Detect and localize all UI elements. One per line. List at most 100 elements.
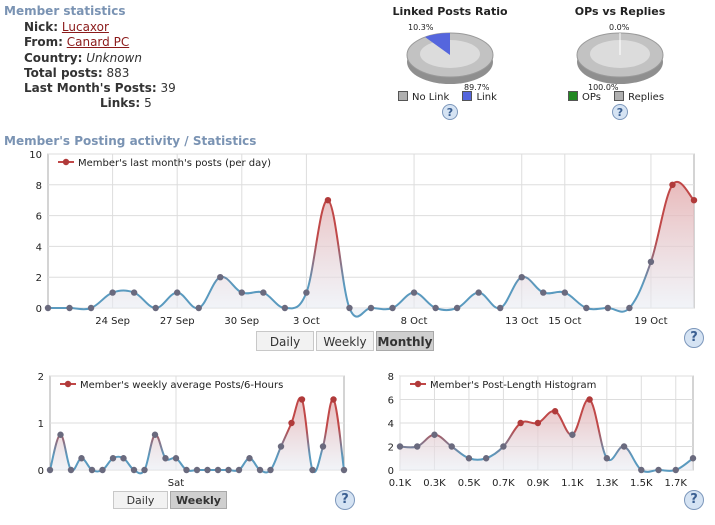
y-tick-label: 4 [36, 242, 42, 253]
data-point [620, 443, 628, 450]
ops-replies-title: OPs vs Replies [574, 5, 666, 18]
legend-ops: OPs [582, 92, 601, 103]
data-point [583, 304, 590, 312]
weekly-button[interactable]: Weekly [316, 331, 374, 351]
data-point [141, 466, 148, 474]
y-tick-label: 8 [388, 372, 394, 383]
data-point [569, 431, 576, 438]
data-point [389, 304, 396, 312]
data-point [465, 455, 473, 462]
data-point [204, 466, 211, 474]
links-label: Links: [100, 96, 141, 111]
data-point [99, 466, 106, 474]
data-point [482, 455, 490, 462]
data-point [78, 455, 85, 462]
data-point [367, 304, 375, 312]
data-point [500, 443, 507, 450]
y-tick-label: 1 [38, 419, 44, 430]
data-point [109, 455, 117, 462]
data-point [669, 181, 676, 188]
weekly-chart-weekly-button[interactable]: Weekly [170, 491, 227, 509]
data-point [67, 466, 75, 474]
data-point [256, 466, 264, 474]
total-row: Total posts: 883 [24, 66, 176, 81]
data-point [324, 197, 332, 204]
data-point [517, 419, 524, 427]
x-tick-label: 1.3K [596, 478, 619, 489]
legend-marker [62, 158, 70, 166]
data-point [518, 274, 525, 281]
data-point [453, 304, 461, 312]
legend-replies: Replies [628, 92, 665, 103]
daily-button[interactable]: Daily [256, 331, 314, 351]
swatch-link [462, 91, 473, 101]
data-point [689, 455, 697, 462]
legend-marker [64, 380, 72, 388]
linked-ratio-title: Linked Posts Ratio [392, 5, 508, 18]
data-point [44, 304, 52, 312]
data-point [217, 274, 224, 281]
data-point [690, 197, 698, 204]
legend-link: Link [476, 92, 497, 103]
ops-help-icon[interactable]: ? [612, 104, 628, 120]
data-point [57, 431, 64, 438]
data-point [586, 396, 593, 403]
x-tick-label: 8 Oct [401, 316, 428, 327]
legend-marker [414, 380, 422, 388]
data-point [267, 466, 274, 474]
swatch-ops [568, 91, 578, 101]
histogram-help-icon[interactable]: ? [684, 490, 704, 510]
data-point [46, 466, 54, 474]
data-point [235, 466, 243, 474]
data-point [551, 408, 559, 415]
data-point [172, 455, 180, 462]
linked-pie-top-label: 10.3% [408, 23, 434, 32]
total-posts-label: Total posts: [24, 65, 103, 80]
data-point [638, 466, 645, 474]
x-tick-label: 3 Oct [293, 316, 320, 327]
last-month-posts-value: 39 [160, 81, 176, 96]
y-tick-label: 0 [36, 304, 42, 315]
data-point [87, 304, 95, 312]
y-tick-label: 6 [36, 212, 42, 223]
x-tick-label: 0.9K [527, 478, 550, 489]
x-tick-label: 0.5K [458, 478, 481, 489]
data-point [330, 396, 337, 403]
x-tick-label: 0.1K [389, 478, 412, 489]
x-tick-label: 0.3K [423, 478, 446, 489]
data-point [303, 289, 310, 296]
weekly-chart-daily-button[interactable]: Daily [113, 491, 168, 509]
x-tick-label: 1.1K [561, 478, 584, 489]
activity-help-icon[interactable]: ? [684, 328, 704, 348]
data-point [626, 304, 633, 312]
country-row: Country: Unknown [24, 51, 176, 66]
data-point [672, 466, 679, 474]
x-tick-label: 19 Oct [634, 316, 667, 327]
data-point [432, 304, 439, 312]
data-point [120, 455, 127, 462]
nick-link[interactable]: Lucaxor [62, 20, 109, 34]
data-point [448, 443, 455, 450]
data-point [319, 443, 327, 450]
x-tick-label: 24 Sep [95, 316, 130, 327]
ops-legend: OPs Replies [568, 91, 664, 103]
from-link[interactable]: Canard PC [67, 35, 129, 49]
data-point [151, 431, 159, 438]
last-month-posts-label: Last Month's Posts: [24, 81, 157, 96]
data-point [647, 258, 655, 265]
legend-label: Member's last month's posts (per day) [78, 158, 271, 169]
linked-help-icon[interactable]: ? [442, 104, 458, 120]
y-tick-label: 10 [29, 150, 42, 161]
monthly-button[interactable]: Monthly [376, 331, 434, 351]
legend-label: Member's Post-Length Histogram [430, 380, 596, 391]
data-point [225, 466, 232, 474]
weekly-help-icon[interactable]: ? [335, 490, 355, 510]
x-tick-label: 30 Sep [224, 316, 259, 327]
x-tick-label: Sat [168, 478, 184, 489]
links-row: Links: 5 [24, 96, 176, 111]
data-point [655, 466, 662, 474]
data-point [109, 289, 116, 296]
y-tick-label: 6 [388, 396, 394, 407]
data-point [183, 466, 190, 474]
country-value: Unknown [86, 50, 142, 65]
